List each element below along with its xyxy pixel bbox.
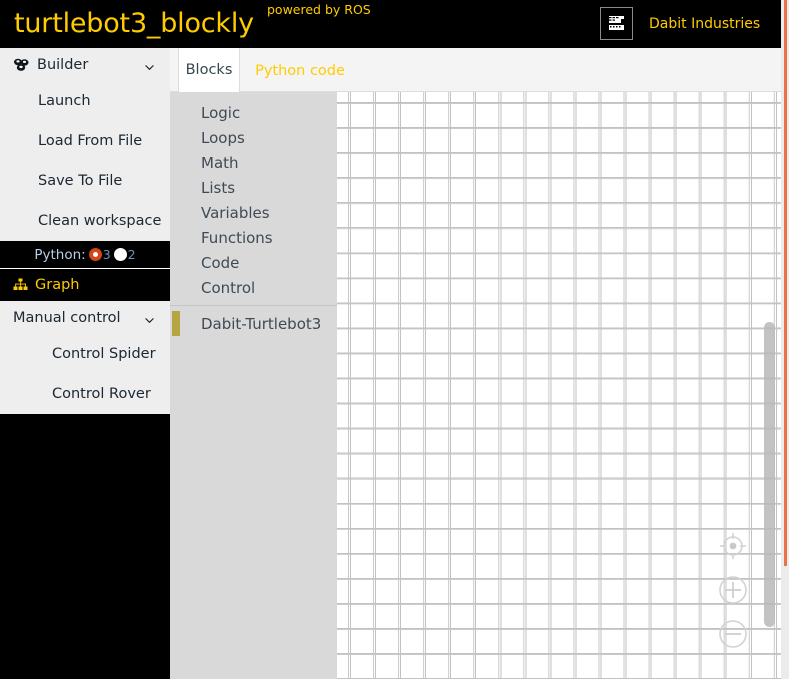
sidebar-item-manual-control-label: Manual control <box>13 309 121 326</box>
powered-by-label: powered by ROS <box>267 2 371 17</box>
chevron-down-icon[interactable] <box>145 60 154 70</box>
toolbox-category-logic[interactable]: Logic <box>170 100 337 125</box>
sidebar-item-clean-workspace[interactable]: Clean workspace <box>0 201 170 241</box>
python-3-radio-label: 3 <box>102 247 111 262</box>
toolbox-category-logic-label: Logic <box>201 103 241 122</box>
tab-python-code-label: Python code <box>255 62 345 79</box>
zoom-center-icon[interactable] <box>717 530 749 566</box>
sidebar-item-graph-label: Graph <box>35 277 80 293</box>
brand-name: Dabit Industries <box>649 15 761 32</box>
toolbox-category-dabit-turtlebot3[interactable]: Dabit-Turtlebot3 <box>170 311 337 336</box>
tab-python-code[interactable]: Python code <box>248 48 352 93</box>
main-area: Blocks Python code Logic Loops Math List… <box>170 48 781 679</box>
python-2-radio-label: 2 <box>127 247 136 262</box>
toolbox-category-code[interactable]: Code <box>170 250 337 275</box>
toolbox-category-dabit-turtlebot3-label: Dabit-Turtlebot3 <box>201 314 322 333</box>
python-version-label: Python: <box>34 246 86 263</box>
sidebar-item-control-spider-label: Control Spider <box>52 346 156 362</box>
sidebar-item-control-spider[interactable]: Control Spider <box>0 334 170 374</box>
sidebar-item-builder-label: Builder <box>37 56 89 73</box>
sidebar-item-clean-workspace-label: Clean workspace <box>38 213 162 229</box>
manual-control-section: Manual control Control Spider Control Ro… <box>0 301 170 414</box>
sidebar-item-launch[interactable]: Launch <box>0 81 170 121</box>
sidebar-item-launch-label: Launch <box>38 93 91 109</box>
python-3-radio-circle[interactable] <box>88 248 102 261</box>
sidebar-item-load-from-file[interactable]: Load From File <box>0 121 170 161</box>
sidebar-item-save-to-file-label: Save To File <box>38 173 123 189</box>
toolbox-category-math[interactable]: Math <box>170 150 337 175</box>
workspace-grid-crosses <box>337 92 781 679</box>
toolbox-category-functions[interactable]: Functions <box>170 225 337 250</box>
zoom-controls <box>717 530 749 654</box>
dabit-logo-icon <box>600 7 633 40</box>
workspace-grid <box>337 92 781 679</box>
sidebar-item-control-rover[interactable]: Control Rover <box>0 374 170 414</box>
sidebar-item-load-from-file-label: Load From File <box>38 133 143 149</box>
sidebar-item-control-rover-label: Control Rover <box>52 386 151 402</box>
browser-scrollbar-thumb[interactable] <box>784 0 787 566</box>
toolbox-category-code-label: Code <box>201 253 240 272</box>
sidebar: Builder Launch Load From File Save To Fi… <box>0 48 170 679</box>
browser-scrollbar-track[interactable] <box>781 0 789 679</box>
sidebar-item-manual-control[interactable]: Manual control <box>0 301 170 334</box>
toolbox-category-selected-marker <box>172 311 180 336</box>
sidebar-item-graph[interactable]: Graph <box>0 269 170 301</box>
python-2-radio-circle[interactable] <box>113 248 127 261</box>
zoom-in-icon[interactable] <box>717 574 749 610</box>
chevron-down-icon-manual[interactable] <box>145 313 154 323</box>
toolbox-category-variables[interactable]: Variables <box>170 200 337 225</box>
toolbox-category-math-label: Math <box>201 153 239 172</box>
tab-blocks-label: Blocks <box>185 62 233 78</box>
python-3-radio[interactable]: 3 <box>88 247 111 262</box>
python-2-radio[interactable]: 2 <box>113 247 136 262</box>
zoom-out-icon[interactable] <box>717 618 749 654</box>
app-title: turtlebot3_blockly <box>14 8 254 39</box>
sidebar-item-save-to-file[interactable]: Save To File <box>0 161 170 201</box>
toolbox-category-lists-label: Lists <box>201 178 236 197</box>
sidebar-item-builder[interactable]: Builder <box>0 48 170 81</box>
python-version-selector: Python: 3 2 <box>0 241 170 269</box>
toolbox-category-loops-label: Loops <box>201 128 245 147</box>
builder-section: Builder Launch Load From File Save To Fi… <box>0 48 170 241</box>
toolbox-category-control-label: Control <box>201 278 256 297</box>
toolbox-category-lists[interactable]: Lists <box>170 175 337 200</box>
cubes-icon <box>13 58 30 72</box>
toolbox-category-loops[interactable]: Loops <box>170 125 337 150</box>
toolbox-separator <box>170 305 337 306</box>
toolbox-category-functions-label: Functions <box>201 228 273 247</box>
blockly-workspace[interactable]: Logic Loops Math Lists Variables Functio… <box>170 92 781 679</box>
blockly-toolbox: Logic Loops Math Lists Variables Functio… <box>170 92 337 679</box>
brand-area: Dabit Industries <box>600 7 760 40</box>
workspace-vertical-scrollbar[interactable] <box>764 322 775 627</box>
toolbox-category-control[interactable]: Control <box>170 275 337 300</box>
sitemap-icon <box>13 276 28 295</box>
tab-blocks[interactable]: Blocks <box>178 48 240 93</box>
tab-bar: Blocks Python code <box>170 48 781 93</box>
toolbox-category-variables-label: Variables <box>201 203 270 222</box>
app-header: turtlebot3_blockly powered by ROS Dabit … <box>0 0 781 48</box>
